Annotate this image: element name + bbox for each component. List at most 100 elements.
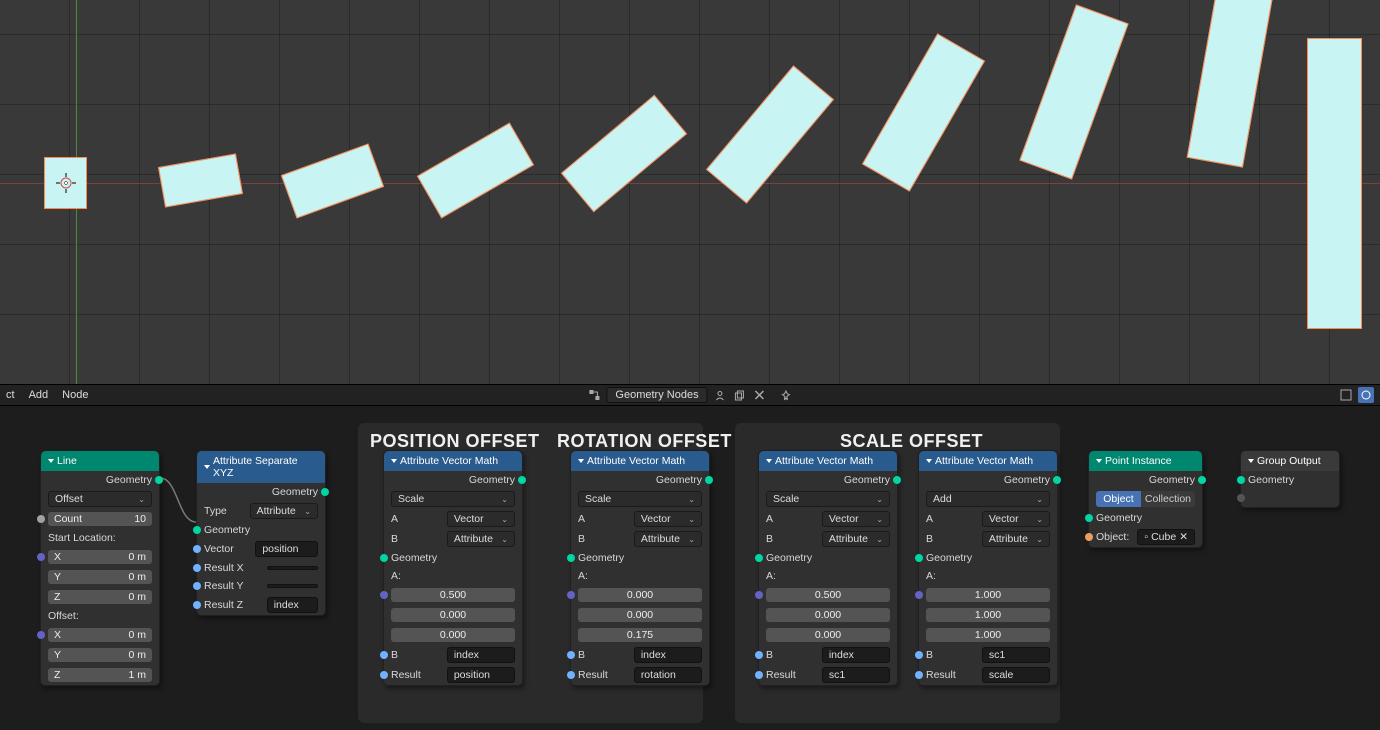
collapse-icon[interactable] <box>1248 459 1254 463</box>
a-value-2[interactable]: 1.000 <box>926 628 1050 642</box>
start-x[interactable]: X0 m <box>48 550 152 564</box>
node-avm-scale[interactable]: Attribute Vector MathGeometryScale⌄AVect… <box>758 450 898 686</box>
collapse-icon[interactable] <box>926 459 932 463</box>
result-y-field[interactable] <box>267 584 318 588</box>
socket-geometry-out: Geometry <box>1149 474 1195 486</box>
result-field[interactable]: scale <box>982 667 1050 683</box>
node-point-instance[interactable]: Point Instance Geometry ObjectCollection… <box>1088 450 1203 548</box>
node-avm-position[interactable]: Attribute Vector MathGeometryScale⌄AVect… <box>383 450 523 686</box>
b-type-dropdown[interactable]: Attribute⌄ <box>982 531 1050 547</box>
socket-geometry-in: Geometry <box>766 552 812 564</box>
node-header[interactable]: Point Instance <box>1089 451 1202 471</box>
result-field[interactable]: rotation <box>634 667 702 683</box>
operation-dropdown[interactable]: Scale⌄ <box>766 491 890 507</box>
menu-node[interactable]: Node <box>62 389 88 401</box>
node-header[interactable]: Attribute Vector Math <box>759 451 897 471</box>
node-title: Attribute Vector Math <box>587 455 685 467</box>
b-type-dropdown[interactable]: Attribute⌄ <box>634 531 702 547</box>
b-field[interactable]: sc1 <box>982 647 1050 663</box>
collapse-icon[interactable] <box>578 459 584 463</box>
a-value-0[interactable]: 0.500 <box>391 588 515 602</box>
node-editor[interactable]: POSITION OFFSET ROTATION OFFSET SCALE OF… <box>0 406 1380 730</box>
a-type-dropdown[interactable]: Vector⌄ <box>447 511 515 527</box>
instance-type-toggle[interactable]: ObjectCollection <box>1096 491 1195 507</box>
modifier-name-field[interactable]: Geometry Nodes <box>606 387 707 403</box>
socket-geometry-out: Geometry <box>469 474 515 486</box>
b-label: B <box>391 533 398 545</box>
instance-shape <box>281 143 384 218</box>
chevron-down-icon: ⌄ <box>688 495 695 504</box>
duplicate-icon[interactable] <box>732 387 748 403</box>
frame-label-position: POSITION OFFSET <box>370 431 540 452</box>
node-attribute-separate-xyz[interactable]: Attribute Separate XYZ Geometry TypeAttr… <box>196 450 326 616</box>
offset-x[interactable]: X0 m <box>48 628 152 642</box>
fake-user-icon[interactable] <box>712 387 728 403</box>
snap-toggle-icon[interactable] <box>1358 387 1374 403</box>
operation-dropdown[interactable]: Scale⌄ <box>578 491 702 507</box>
vector-field[interactable]: position <box>255 541 318 557</box>
a-value-1[interactable]: 1.000 <box>926 608 1050 622</box>
socket-geometry-out: Geometry <box>656 474 702 486</box>
b-field[interactable]: index <box>822 647 890 663</box>
b-type-dropdown[interactable]: Attribute⌄ <box>822 531 890 547</box>
node-header[interactable]: Attribute Vector Math <box>384 451 522 471</box>
object-field[interactable]: ▫Cube✕ <box>1137 529 1195 545</box>
a-value-2[interactable]: 0.000 <box>391 628 515 642</box>
a-value-1[interactable]: 0.000 <box>391 608 515 622</box>
b-field[interactable]: index <box>634 647 702 663</box>
node-avm-add[interactable]: Attribute Vector MathGeometryAdd⌄AVector… <box>918 450 1058 686</box>
collapse-icon[interactable] <box>48 459 54 463</box>
offset-y[interactable]: Y0 m <box>48 648 152 662</box>
b-field[interactable]: index <box>447 647 515 663</box>
result-z-field[interactable]: index <box>267 597 318 613</box>
overlay-toggle-icon[interactable] <box>1338 387 1354 403</box>
collapse-icon[interactable] <box>1096 459 1102 463</box>
b-input-label: B <box>926 649 933 661</box>
a-type-dropdown[interactable]: Vector⌄ <box>634 511 702 527</box>
pin-icon[interactable] <box>778 387 794 403</box>
viewport-3d[interactable] <box>0 0 1380 384</box>
a-value-0[interactable]: 0.000 <box>578 588 702 602</box>
offset-z[interactable]: Z1 m <box>48 668 152 682</box>
a-value-2[interactable]: 0.000 <box>766 628 890 642</box>
instance-shape <box>417 123 534 219</box>
b-type-dropdown[interactable]: Attribute⌄ <box>447 531 515 547</box>
node-line[interactable]: Line Geometry Offset⌄ Count10 Start Loca… <box>40 450 160 686</box>
chevron-down-icon: ⌄ <box>501 535 508 544</box>
result-field[interactable]: sc1 <box>822 667 890 683</box>
a-value-1[interactable]: 0.000 <box>766 608 890 622</box>
collapse-icon[interactable] <box>204 465 210 469</box>
node-header[interactable]: Line <box>41 451 159 471</box>
line-count-field[interactable]: Count10 <box>48 512 152 526</box>
collapse-icon[interactable] <box>391 459 397 463</box>
a-value-2[interactable]: 0.175 <box>578 628 702 642</box>
node-title: Attribute Vector Math <box>775 455 873 467</box>
clear-icon[interactable]: ✕ <box>1179 531 1188 543</box>
type-dropdown[interactable]: Attribute⌄ <box>250 503 318 519</box>
node-header[interactable]: Attribute Vector Math <box>571 451 709 471</box>
line-mode-dropdown[interactable]: Offset⌄ <box>48 491 152 507</box>
start-y[interactable]: Y0 m <box>48 570 152 584</box>
menu-select[interactable]: ct <box>6 389 15 401</box>
result-x-field[interactable] <box>267 566 318 570</box>
a-type-dropdown[interactable]: Vector⌄ <box>982 511 1050 527</box>
collapse-icon[interactable] <box>766 459 772 463</box>
a-value-0[interactable]: 0.500 <box>766 588 890 602</box>
node-header[interactable]: Attribute Separate XYZ <box>197 451 325 483</box>
node-avm-rotation[interactable]: Attribute Vector MathGeometryScale⌄AVect… <box>570 450 710 686</box>
node-header[interactable]: Group Output <box>1241 451 1339 471</box>
start-z[interactable]: Z0 m <box>48 590 152 604</box>
result-field[interactable]: position <box>447 667 515 683</box>
a-value-0[interactable]: 1.000 <box>926 588 1050 602</box>
unlink-icon[interactable] <box>752 387 768 403</box>
operation-dropdown[interactable]: Scale⌄ <box>391 491 515 507</box>
node-group-output[interactable]: Group Output Geometry <box>1240 450 1340 508</box>
menu-add[interactable]: Add <box>29 389 49 401</box>
node-title: Attribute Separate XYZ <box>213 455 317 479</box>
instance-shape <box>561 95 687 212</box>
operation-dropdown[interactable]: Add⌄ <box>926 491 1050 507</box>
node-header[interactable]: Attribute Vector Math <box>919 451 1057 471</box>
nodetree-icon[interactable] <box>586 387 602 403</box>
a-type-dropdown[interactable]: Vector⌄ <box>822 511 890 527</box>
a-value-1[interactable]: 0.000 <box>578 608 702 622</box>
